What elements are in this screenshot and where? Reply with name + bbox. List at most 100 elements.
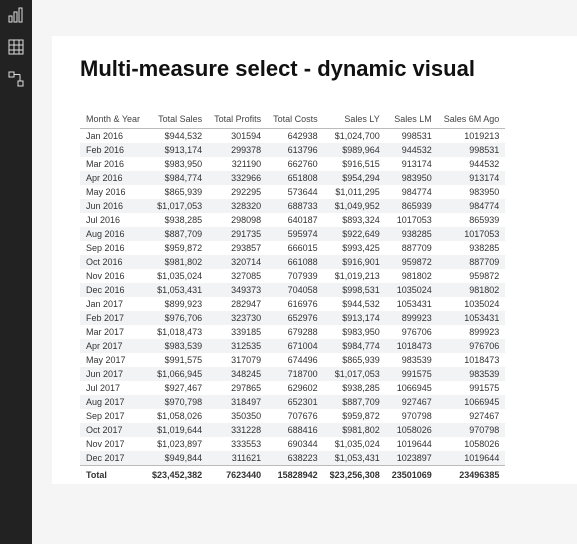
cell-value: 1035024 bbox=[386, 283, 438, 297]
cell-month: Mar 2016 bbox=[80, 157, 146, 171]
cell-value: $959,872 bbox=[324, 409, 386, 423]
table-row[interactable]: Oct 2016$981,802320714661088$916,9019598… bbox=[80, 255, 505, 269]
cell-value: 981802 bbox=[386, 269, 438, 283]
cell-month: Jan 2017 bbox=[80, 297, 146, 311]
cell-value: 328320 bbox=[208, 199, 267, 213]
cell-value: $981,802 bbox=[324, 423, 386, 437]
cell-value: 707676 bbox=[267, 409, 324, 423]
cell-month: Nov 2017 bbox=[80, 437, 146, 451]
table-row[interactable]: Jun 2017$1,066,945348245718700$1,017,053… bbox=[80, 367, 505, 381]
cell-value: $899,923 bbox=[146, 297, 208, 311]
cell-month: Aug 2016 bbox=[80, 227, 146, 241]
cell-value: $949,844 bbox=[146, 451, 208, 466]
table-row[interactable]: Feb 2016$913,174299378613796$989,9649445… bbox=[80, 143, 505, 157]
table-row[interactable]: Sep 2017$1,058,026350350707676$959,87297… bbox=[80, 409, 505, 423]
cell-value: 1058026 bbox=[386, 423, 438, 437]
model-view-icon[interactable] bbox=[7, 70, 25, 88]
table-row[interactable]: Aug 2016$887,709291735595974$922,6499382… bbox=[80, 227, 505, 241]
cell-value: 983539 bbox=[386, 353, 438, 367]
cell-value: 348245 bbox=[208, 367, 267, 381]
cell-month: Mar 2017 bbox=[80, 325, 146, 339]
cell-value: 1018473 bbox=[386, 339, 438, 353]
cell-value: 616976 bbox=[267, 297, 324, 311]
cell-value: $927,467 bbox=[146, 381, 208, 395]
cell-month: Aug 2017 bbox=[80, 395, 146, 409]
cell-value: 321190 bbox=[208, 157, 267, 171]
cell-value: $1,024,700 bbox=[324, 129, 386, 144]
cell-value: 718700 bbox=[267, 367, 324, 381]
report-page: Multi-measure select - dynamic visual Mo… bbox=[52, 36, 577, 484]
cell-value: 666015 bbox=[267, 241, 324, 255]
table-row[interactable]: Dec 2016$1,053,431349373704058$998,53110… bbox=[80, 283, 505, 297]
cell-value: $916,515 bbox=[324, 157, 386, 171]
cell-value: 652976 bbox=[267, 311, 324, 325]
cell-value: 298098 bbox=[208, 213, 267, 227]
table-row[interactable]: Aug 2017$970,798318497652301$887,7099274… bbox=[80, 395, 505, 409]
cell-value: 913174 bbox=[386, 157, 438, 171]
col-sales-ly[interactable]: Sales LY bbox=[324, 110, 386, 129]
col-total-profits[interactable]: Total Profits bbox=[208, 110, 267, 129]
cell-month: Sep 2016 bbox=[80, 241, 146, 255]
cell-value: 349373 bbox=[208, 283, 267, 297]
table-row[interactable]: Mar 2017$1,018,473339185679288$983,95097… bbox=[80, 325, 505, 339]
col-total-costs[interactable]: Total Costs bbox=[267, 110, 324, 129]
table-row[interactable]: Apr 2017$983,539312535671004$984,7741018… bbox=[80, 339, 505, 353]
cell-value: 959872 bbox=[386, 255, 438, 269]
data-view-icon[interactable] bbox=[7, 38, 25, 56]
cell-value: $916,901 bbox=[324, 255, 386, 269]
col-sales-6m[interactable]: Sales 6M Ago bbox=[438, 110, 506, 129]
col-total-sales[interactable]: Total Sales bbox=[146, 110, 208, 129]
cell-value: $983,950 bbox=[324, 325, 386, 339]
cell-value: 640187 bbox=[267, 213, 324, 227]
cell-value: $944,532 bbox=[146, 129, 208, 144]
cell-value: $959,872 bbox=[146, 241, 208, 255]
cell-value: 1019644 bbox=[438, 451, 506, 466]
cell-value: $938,285 bbox=[146, 213, 208, 227]
table-row[interactable]: May 2016$865,939292295573644$1,011,29598… bbox=[80, 185, 505, 199]
cell-value: $865,939 bbox=[324, 353, 386, 367]
cell-value: $984,774 bbox=[146, 171, 208, 185]
cell-value: 1053431 bbox=[386, 297, 438, 311]
cell-value: $998,531 bbox=[324, 283, 386, 297]
cell-month: Oct 2017 bbox=[80, 423, 146, 437]
table-row[interactable]: Jul 2016$938,285298098640187$893,3241017… bbox=[80, 213, 505, 227]
table-row[interactable]: Jan 2016$944,532301594642938$1,024,70099… bbox=[80, 129, 505, 144]
table-row[interactable]: Nov 2016$1,035,024327085707939$1,019,213… bbox=[80, 269, 505, 283]
measure-table[interactable]: Month & Year Total Sales Total Profits T… bbox=[80, 110, 505, 484]
cell-value: 1019644 bbox=[386, 437, 438, 451]
cell-value: 332966 bbox=[208, 171, 267, 185]
cell-value: 938285 bbox=[438, 241, 506, 255]
cell-month: Sep 2017 bbox=[80, 409, 146, 423]
cell-value: 662760 bbox=[267, 157, 324, 171]
table-row[interactable]: Feb 2017$976,706323730652976$913,1748999… bbox=[80, 311, 505, 325]
cell-value: 998531 bbox=[386, 129, 438, 144]
table-row[interactable]: Mar 2016$983,950321190662760$916,5159131… bbox=[80, 157, 505, 171]
cell-value: 1017053 bbox=[386, 213, 438, 227]
cell-value: 595974 bbox=[267, 227, 324, 241]
table-row[interactable]: Nov 2017$1,023,897333553690344$1,035,024… bbox=[80, 437, 505, 451]
cell-month: Jul 2017 bbox=[80, 381, 146, 395]
cell-value: $976,706 bbox=[146, 311, 208, 325]
table-row[interactable]: Jan 2017$899,923282947616976$944,5321053… bbox=[80, 297, 505, 311]
cell-value: 984774 bbox=[438, 199, 506, 213]
cell-value: 291735 bbox=[208, 227, 267, 241]
col-sales-lm[interactable]: Sales LM bbox=[386, 110, 438, 129]
cell-month: Jun 2016 bbox=[80, 199, 146, 213]
cell-value: 944532 bbox=[386, 143, 438, 157]
cell-value: 629602 bbox=[267, 381, 324, 395]
report-view-icon[interactable] bbox=[7, 6, 25, 24]
table-row[interactable]: Apr 2016$984,774332966651808$954,2949839… bbox=[80, 171, 505, 185]
cell-month: Apr 2017 bbox=[80, 339, 146, 353]
cell-value: 318497 bbox=[208, 395, 267, 409]
table-row[interactable]: Oct 2017$1,019,644331228688416$981,80210… bbox=[80, 423, 505, 437]
cell-value: 991575 bbox=[386, 367, 438, 381]
col-month[interactable]: Month & Year bbox=[80, 110, 146, 129]
total-sales-lm: 23501069 bbox=[386, 466, 438, 485]
cell-value: 301594 bbox=[208, 129, 267, 144]
cell-month: May 2016 bbox=[80, 185, 146, 199]
table-row[interactable]: Jun 2016$1,017,053328320688733$1,049,952… bbox=[80, 199, 505, 213]
table-row[interactable]: Sep 2016$959,872293857666015$993,4258877… bbox=[80, 241, 505, 255]
table-row[interactable]: Jul 2017$927,467297865629602$938,2851066… bbox=[80, 381, 505, 395]
table-row[interactable]: May 2017$991,575317079674496$865,9399835… bbox=[80, 353, 505, 367]
table-row[interactable]: Dec 2017$949,844311621638223$1,053,43110… bbox=[80, 451, 505, 466]
